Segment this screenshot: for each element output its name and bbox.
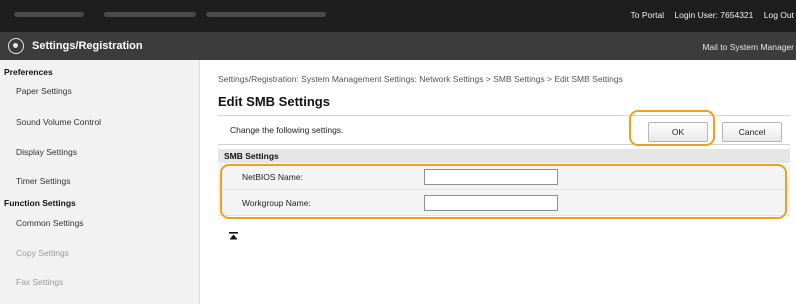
sidebar-heading-function-settings: Function Settings xyxy=(4,198,76,208)
instruction-text: Change the following settings. xyxy=(230,125,344,135)
sidebar-item-common-settings[interactable]: Common Settings xyxy=(0,218,84,228)
sidebar-item-timer-settings[interactable]: Timer Settings xyxy=(0,176,70,186)
sidebar-item-fax-settings[interactable]: Fax Settings xyxy=(0,277,63,287)
sidebar: Preferences Paper Settings Sound Volume … xyxy=(0,60,200,304)
breadcrumb: Settings/Registration: System Management… xyxy=(218,74,623,84)
blurred-device-location xyxy=(104,12,196,17)
mail-to-system-manager-link[interactable]: Mail to System Manager xyxy=(702,42,794,52)
app-title: Settings/Registration xyxy=(32,40,143,52)
sidebar-item-sound-volume-control[interactable]: Sound Volume Control xyxy=(0,117,101,127)
to-portal-link[interactable]: To Portal xyxy=(631,10,665,20)
blurred-device-name xyxy=(14,12,84,17)
sidebar-item-paper-settings[interactable]: Paper Settings xyxy=(0,86,72,96)
fields-highlight xyxy=(220,164,787,219)
login-user-text: Login User: 7654321 xyxy=(674,10,754,20)
to-top-arrow-icon[interactable] xyxy=(229,232,238,243)
cancel-button[interactable]: Cancel xyxy=(722,122,782,142)
logout-link[interactable]: Log Out xyxy=(764,10,794,20)
page-title: Edit SMB Settings xyxy=(218,94,330,109)
section-header-smb-settings: SMB Settings xyxy=(218,149,790,163)
title-bar: Settings/Registration Mail to System Man… xyxy=(0,32,796,60)
blurred-device-info xyxy=(206,12,326,17)
top-links: To Portal Login User: 7654321 Log Out xyxy=(623,10,794,20)
settings-gear-icon xyxy=(8,38,24,54)
to-top-arrow-glyph xyxy=(229,232,238,240)
sidebar-heading-preferences: Preferences xyxy=(4,67,53,77)
top-bar: To Portal Login User: 7654321 Log Out xyxy=(0,0,796,32)
section-title: SMB Settings xyxy=(224,151,279,161)
sidebar-item-display-settings[interactable]: Display Settings xyxy=(0,147,77,157)
ok-button-highlight xyxy=(629,110,715,146)
sidebar-item-copy-settings[interactable]: Copy Settings xyxy=(0,248,69,258)
